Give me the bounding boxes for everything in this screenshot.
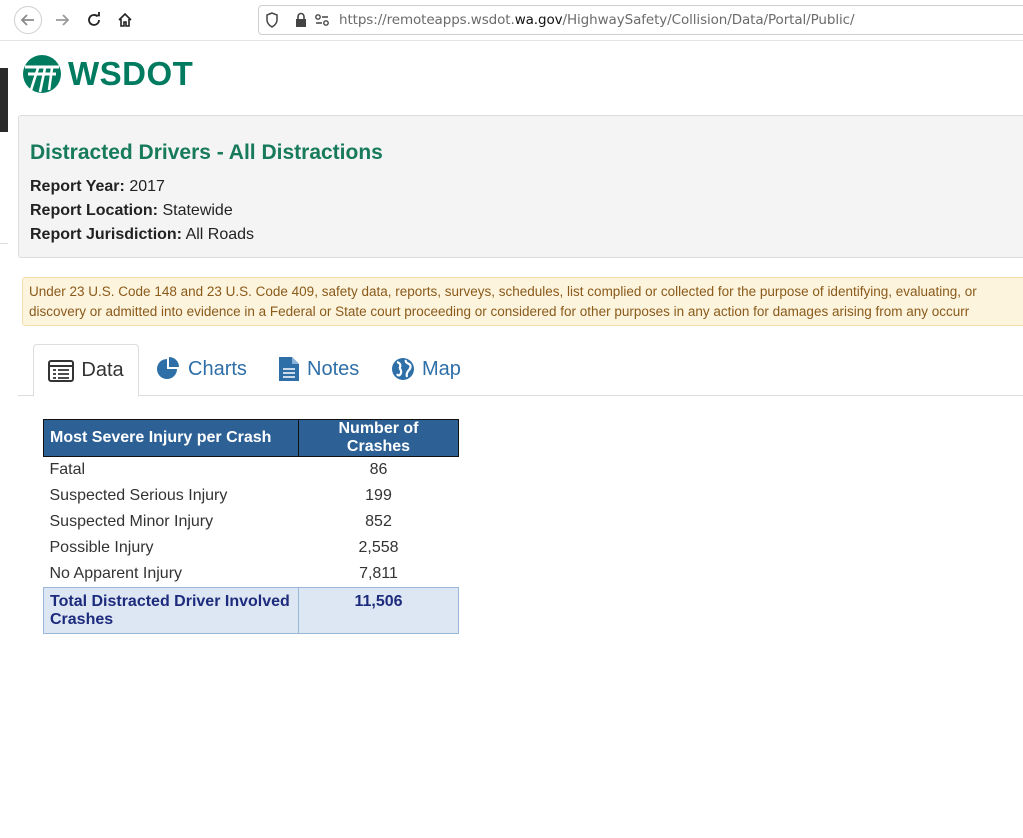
row-value: 86	[369, 461, 388, 478]
divider	[0, 243, 8, 244]
row-value: 852	[365, 513, 392, 530]
forward-button[interactable]	[48, 6, 76, 34]
column-header-injury[interactable]: Most Severe Injury per Crash	[43, 419, 299, 457]
row-label: Fatal	[49, 461, 86, 478]
row-label: No Apparent Injury	[49, 565, 183, 582]
table-header-row: Most Severe Injury per Crash Number of C…	[43, 419, 459, 457]
report-location: Report Location: Statewide	[30, 202, 233, 219]
logo-text: WSDOT	[68, 55, 194, 92]
back-arrow-icon	[20, 14, 34, 26]
row-label: Suspected Serious Injury	[49, 487, 228, 504]
report-header: Distracted Drivers - All Distractions Re…	[18, 115, 1023, 258]
view-tabs: Data Charts Notes Map	[18, 344, 1023, 397]
crash-table: Most Severe Injury per Crash Number of C…	[43, 419, 459, 634]
notice-line-2: discovery or admitted into evidence in a…	[29, 304, 970, 319]
total-label: Total Distracted Driver Involved Crashes	[43, 587, 299, 634]
permissions-icon	[315, 14, 329, 26]
reload-button[interactable]	[80, 6, 108, 34]
row-label: Possible Injury	[49, 539, 154, 556]
home-icon	[118, 12, 132, 27]
table-row: Fatal 86	[44, 457, 459, 484]
row-label: Suspected Minor Injury	[49, 513, 214, 530]
report-jurisdiction: Report Jurisdiction: All Roads	[30, 226, 255, 243]
table-row: Possible Injury 2,558	[44, 535, 459, 561]
row-value: 7,811	[359, 565, 398, 582]
report-year: Report Year: 2017	[30, 178, 165, 195]
row-value: 199	[365, 487, 392, 504]
column-header-crashes[interactable]: Number of Crashes	[298, 419, 459, 457]
home-button[interactable]	[111, 6, 139, 34]
table-row: No Apparent Injury 7,811	[44, 561, 459, 588]
url-text[interactable]: https://remoteapps.wsdot.wa.gov/HighwayS…	[339, 12, 855, 28]
wsdot-logo[interactable]: WSDOT	[22, 54, 193, 94]
total-row: Total Distracted Driver Involved Crashes…	[43, 587, 459, 634]
tab-map[interactable]: Map	[391, 344, 461, 394]
lock-icon	[296, 12, 306, 27]
tab-data[interactable]: Data	[33, 344, 139, 397]
table-row: Suspected Serious Injury 199	[44, 483, 459, 509]
table-icon	[48, 359, 75, 382]
forward-arrow-icon	[56, 14, 70, 26]
back-button[interactable]	[14, 6, 42, 34]
tab-charts[interactable]: Charts	[155, 344, 247, 394]
tab-notes[interactable]: Notes	[278, 344, 359, 394]
pie-chart-icon	[157, 357, 179, 379]
browser-toolbar: https://remoteapps.wsdot.wa.gov/HighwayS…	[0, 0, 1023, 41]
report-title: Distracted Drivers - All Distractions	[30, 141, 383, 164]
reload-icon	[88, 12, 100, 26]
address-bar[interactable]: https://remoteapps.wsdot.wa.gov/HighwayS…	[258, 5, 1023, 35]
table-row: Suspected Minor Injury 852	[44, 509, 459, 535]
wsdot-emblem-icon	[23, 55, 61, 93]
shield-icon	[266, 12, 278, 28]
legal-notice: Under 23 U.S. Code 148 and 23 U.S. Code …	[22, 277, 1023, 326]
notice-line-1: Under 23 U.S. Code 148 and 23 U.S. Code …	[29, 284, 977, 299]
total-value: 11,506	[298, 587, 459, 634]
document-icon	[279, 357, 299, 381]
globe-icon	[392, 358, 414, 380]
row-value: 2,558	[358, 539, 399, 556]
sidebar-edge	[0, 68, 8, 132]
